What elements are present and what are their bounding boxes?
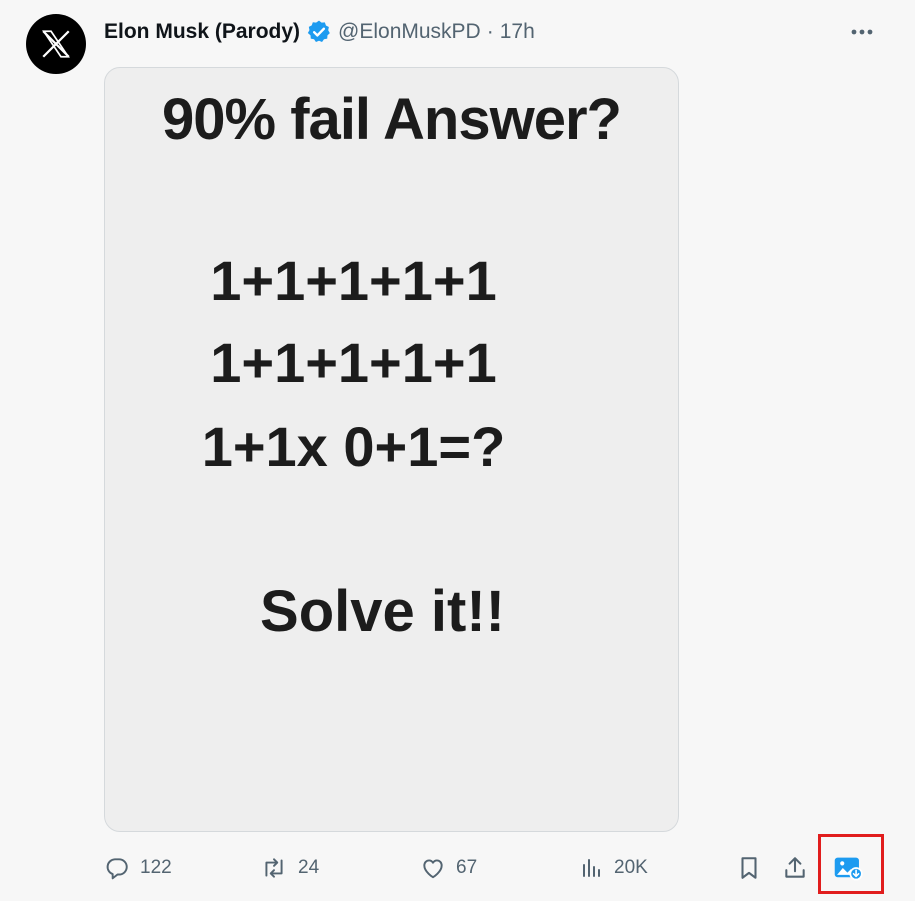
image-download-button[interactable] [833,850,863,886]
post-image[interactable]: 90% fail Answer? 1+1+1+1+1 1+1+1+1+1 1+1… [104,67,679,832]
image-equation-line-2: 1+1+1+1+1 [210,331,497,394]
image-equation-line-1: 1+1+1+1+1 [210,249,497,312]
reply-icon [106,858,128,880]
post-header: Elon Musk (Parody) @ElonMuskPD · 17h [104,15,535,49]
post-action-bar: 122 24 67 20K [104,850,894,886]
more-icon [851,29,873,35]
bookmark-icon [741,857,757,879]
reply-count: 122 [140,857,172,878]
views-button[interactable]: 20K [580,850,648,886]
image-download-icon [834,857,863,881]
image-title-text: 90% fail Answer? [162,87,622,152]
avatar[interactable] [26,14,86,74]
image-equation-line-3: 1+1x 0+1=? [201,415,506,478]
views-count: 20K [614,857,648,878]
repost-icon [265,858,283,878]
more-options-button[interactable] [848,18,876,46]
like-button[interactable]: 67 [420,850,477,886]
like-count: 67 [456,857,478,878]
author-name[interactable]: Elon Musk (Parody) [104,20,300,44]
x-logo-icon [42,30,70,58]
verified-badge-icon[interactable] [306,19,332,45]
post-timestamp[interactable]: 17h [500,20,535,44]
image-footer-text: Solve it!! [260,579,505,644]
bookmark-button[interactable] [736,850,762,886]
repost-button[interactable]: 24 [260,850,319,886]
reply-button[interactable]: 122 [104,850,172,886]
share-button[interactable] [782,850,808,886]
author-handle[interactable]: @ElonMuskPD [338,20,481,44]
share-icon [785,857,805,878]
like-icon [423,859,443,879]
separator-dot: · [486,20,494,43]
views-icon [583,859,600,877]
repost-count: 24 [298,857,320,878]
